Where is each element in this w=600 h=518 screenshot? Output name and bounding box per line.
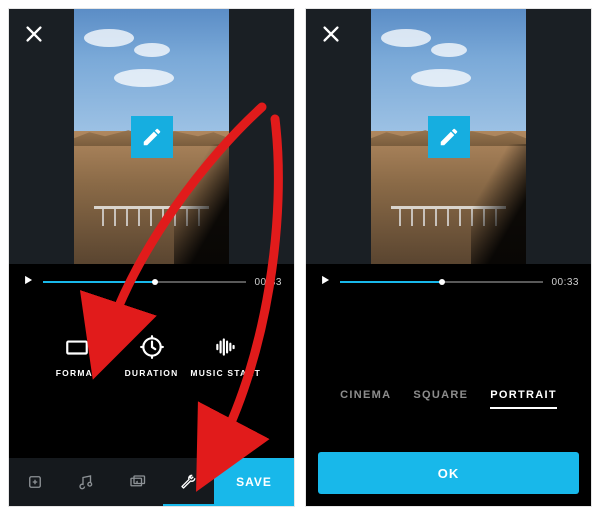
tab-music[interactable] <box>60 458 111 506</box>
tool-label: FORMAT <box>56 368 99 378</box>
editor-screen-tools: 00:33 FORMAT DURATION MUSIC START <box>8 8 295 507</box>
bottom-bar: SAVE <box>9 458 294 506</box>
tool-format[interactable]: FORMAT <box>41 334 113 378</box>
video-frame <box>74 9 229 264</box>
format-icon <box>64 334 90 360</box>
editor-screen-format: 00:33 CINEMA SQUARE PORTRAIT OK <box>305 8 592 507</box>
tool-label: MUSIC START <box>190 368 261 378</box>
video-preview[interactable] <box>306 9 591 264</box>
save-button[interactable]: SAVE <box>214 458 294 506</box>
tool-row: FORMAT DURATION MUSIC START <box>9 334 294 378</box>
tool-music-start[interactable]: MUSIC START <box>190 334 262 378</box>
close-button[interactable] <box>23 23 45 45</box>
save-label: SAVE <box>236 475 272 489</box>
format-label: PORTRAIT <box>490 389 557 401</box>
timecode: 00:33 <box>254 277 282 288</box>
tab-tools[interactable] <box>163 458 214 506</box>
playhead[interactable] <box>439 279 445 285</box>
edit-clip-button[interactable] <box>428 116 470 158</box>
format-label: SQUARE <box>413 389 468 401</box>
tab-add-clip[interactable] <box>9 458 60 506</box>
tool-label: DURATION <box>125 368 179 378</box>
timeline[interactable]: 00:33 <box>306 267 591 297</box>
format-options: CINEMA SQUARE PORTRAIT <box>306 389 591 409</box>
playhead[interactable] <box>152 279 158 285</box>
tool-duration[interactable]: DURATION <box>116 334 188 378</box>
play-icon[interactable] <box>318 273 332 292</box>
video-frame <box>371 9 526 264</box>
duration-icon <box>139 334 165 360</box>
play-icon[interactable] <box>21 273 35 292</box>
format-label: CINEMA <box>340 389 391 401</box>
timeline[interactable]: 00:33 <box>9 267 294 297</box>
format-option-portrait[interactable]: PORTRAIT <box>490 389 557 409</box>
ok-label: OK <box>438 466 460 481</box>
close-button[interactable] <box>320 23 342 45</box>
music-start-icon <box>213 334 239 360</box>
timeline-track[interactable] <box>43 281 246 283</box>
ok-button[interactable]: OK <box>318 452 579 494</box>
tab-slideshow[interactable] <box>112 458 163 506</box>
timecode: 00:33 <box>551 277 579 288</box>
format-option-square[interactable]: SQUARE <box>413 389 468 409</box>
edit-clip-button[interactable] <box>131 116 173 158</box>
video-preview[interactable] <box>9 9 294 264</box>
format-option-cinema[interactable]: CINEMA <box>340 389 391 409</box>
timeline-track[interactable] <box>340 281 543 283</box>
